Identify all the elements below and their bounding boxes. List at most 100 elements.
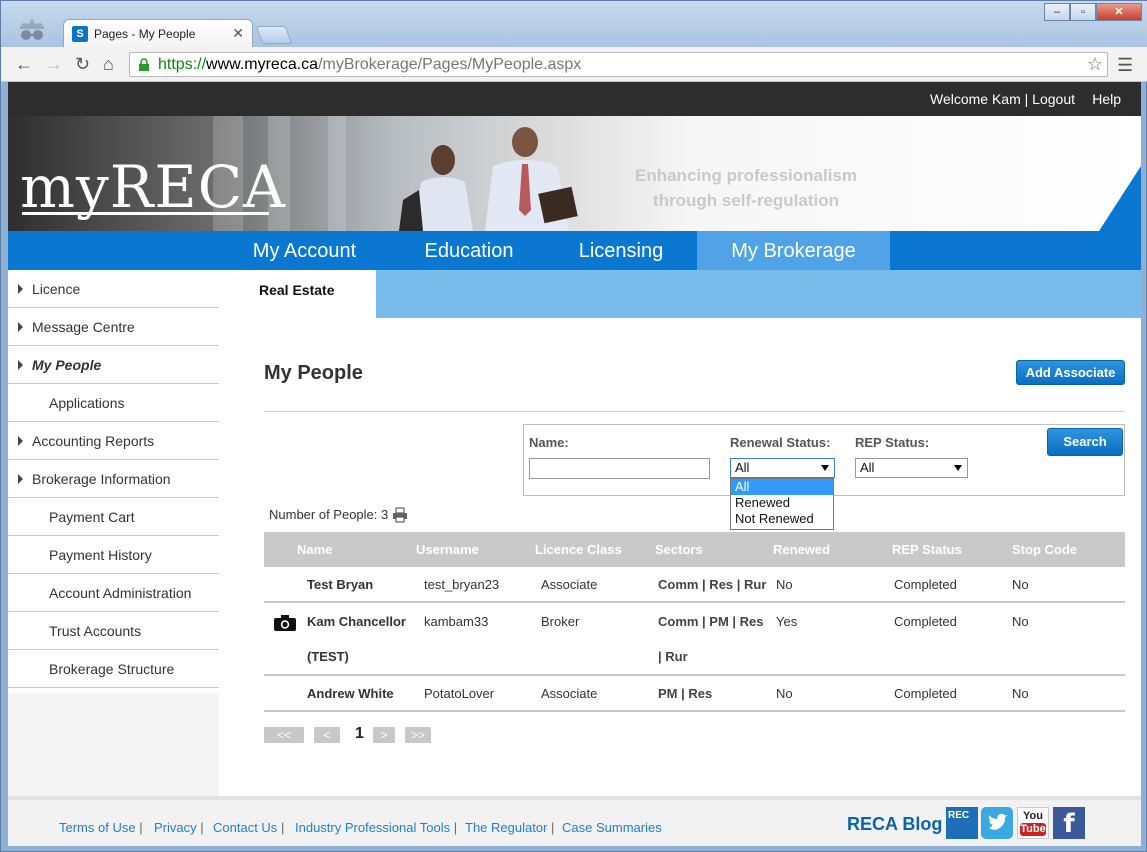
pager-prev-button[interactable]: < bbox=[314, 727, 340, 743]
footer-link-industry-tools[interactable]: Industry Professional Tools | bbox=[295, 820, 457, 835]
sidebar-item-trust-accounts[interactable]: Trust Accounts bbox=[8, 612, 219, 650]
browser-tab[interactable]: S Pages - My People ✕ bbox=[63, 19, 253, 47]
footer-link-terms[interactable]: Terms of Use | bbox=[59, 820, 143, 835]
twitter-icon[interactable] bbox=[981, 807, 1013, 839]
welcome-logout-link[interactable]: Welcome Kam | Logout bbox=[930, 91, 1075, 107]
dropdown-option[interactable]: Not Renewed bbox=[731, 511, 833, 527]
main-nav: My Account Education Licensing My Broker… bbox=[8, 231, 1141, 270]
rep-status-cell: Completed bbox=[894, 577, 957, 592]
column-header[interactable]: Stop Code bbox=[1012, 542, 1077, 557]
browser-window: S Pages - My People ✕ – ▫ ✕ ← → ↻ ⌂ http… bbox=[0, 0, 1147, 852]
forward-icon[interactable]: → bbox=[45, 55, 63, 73]
maximize-button[interactable]: ▫ bbox=[1070, 3, 1096, 21]
footer: Terms of Use | Privacy | Contact Us | In… bbox=[8, 796, 1141, 846]
footer-link-contact[interactable]: Contact Us | bbox=[213, 820, 284, 835]
banner-tagline: Enhancing professionalism through self-r… bbox=[635, 166, 857, 210]
rep-status-label: REP Status: bbox=[855, 435, 930, 450]
person-name-link[interactable]: Test Bryan bbox=[307, 577, 373, 592]
sharepoint-icon: S bbox=[72, 26, 88, 42]
username-cell: test_bryan23 bbox=[424, 577, 500, 592]
page-title: My People bbox=[264, 362, 363, 384]
name-label: Name: bbox=[529, 435, 569, 450]
column-header[interactable]: Name bbox=[297, 542, 332, 557]
new-tab-button[interactable] bbox=[255, 26, 293, 44]
tab-real-estate[interactable]: Real Estate bbox=[219, 270, 376, 318]
reca-icon[interactable]: REC bbox=[946, 807, 978, 839]
youtube-icon[interactable]: You Tube bbox=[1017, 807, 1049, 839]
help-link[interactable]: Help bbox=[1092, 91, 1121, 107]
sidebar-item-payment-cart[interactable]: Payment Cart bbox=[8, 498, 219, 536]
renewal-status-select[interactable]: All bbox=[730, 458, 835, 478]
column-header[interactable]: Licence Class bbox=[535, 542, 622, 557]
stop-code-cell: No bbox=[1012, 614, 1029, 629]
pager-last-button[interactable]: >> bbox=[405, 727, 431, 743]
reca-blog-link[interactable]: RECA Blog bbox=[847, 814, 942, 835]
table-header: Name Username Licence Class Sectors Rene… bbox=[264, 532, 1125, 567]
footer-link-case-summaries[interactable]: Case Summaries bbox=[562, 820, 662, 835]
divider bbox=[264, 411, 1125, 412]
column-header[interactable]: REP Status bbox=[892, 542, 962, 557]
rep-status-select[interactable]: All bbox=[855, 458, 968, 478]
add-associate-button[interactable]: Add Associate bbox=[1016, 360, 1125, 385]
licence-class-cell: Broker bbox=[541, 614, 580, 629]
sidebar-item-my-people[interactable]: My People bbox=[8, 346, 219, 384]
footer-link-regulator[interactable]: The Regulator | bbox=[465, 820, 554, 835]
menu-icon[interactable]: ☰ bbox=[1117, 55, 1133, 76]
nav-licensing[interactable]: Licensing bbox=[558, 231, 684, 270]
chevron-down-icon bbox=[821, 465, 829, 471]
nav-education[interactable]: Education bbox=[404, 231, 534, 270]
table-row: Andrew White PotatoLover Associate PM | … bbox=[264, 676, 1125, 712]
dropdown-option[interactable]: Renewed bbox=[731, 495, 833, 511]
camera-icon[interactable] bbox=[273, 614, 297, 632]
sidebar-item-licence[interactable]: Licence bbox=[8, 270, 219, 308]
renewed-cell: No bbox=[776, 686, 793, 701]
person-name-suffix: (TEST) bbox=[307, 649, 349, 664]
web-page: Welcome Kam | Logout Help myRECA Enhanci… bbox=[8, 82, 1141, 846]
reload-icon[interactable]: ↻ bbox=[75, 55, 90, 73]
sidebar-item-brokerage-information[interactable]: Brokerage Information bbox=[8, 460, 219, 498]
window-controls: – ▫ ✕ bbox=[1044, 3, 1142, 23]
pager-next-button[interactable]: > bbox=[373, 727, 395, 743]
facebook-icon[interactable]: f bbox=[1053, 807, 1085, 839]
header-banner: myRECA Enhancing professionalism through… bbox=[8, 116, 1141, 231]
footer-link-privacy[interactable]: Privacy | bbox=[154, 820, 204, 835]
address-bar[interactable]: https://www.myreca.ca/myBrokerage/Pages/… bbox=[129, 52, 1108, 77]
sidebar-item-applications[interactable]: Applications bbox=[8, 384, 219, 422]
sidebar-item-accounting-reports[interactable]: Accounting Reports bbox=[8, 422, 219, 460]
pager-first-button[interactable]: << bbox=[264, 727, 304, 743]
myreca-logo[interactable]: myRECA bbox=[20, 158, 286, 216]
name-input[interactable] bbox=[529, 458, 710, 479]
caret-right-icon bbox=[18, 322, 23, 332]
back-icon[interactable]: ← bbox=[15, 55, 33, 73]
home-icon[interactable]: ⌂ bbox=[103, 55, 114, 73]
stop-code-cell: No bbox=[1012, 686, 1029, 701]
person-name-link[interactable]: Andrew White bbox=[307, 686, 394, 701]
minimize-button[interactable]: – bbox=[1044, 3, 1070, 21]
close-window-button[interactable]: ✕ bbox=[1096, 3, 1142, 21]
bookmark-star-icon[interactable]: ☆ bbox=[1087, 54, 1103, 75]
sidebar-item-message-centre[interactable]: Message Centre bbox=[8, 308, 219, 346]
tab-title: Pages - My People bbox=[94, 27, 196, 41]
printer-icon[interactable] bbox=[392, 507, 408, 523]
caret-right-icon bbox=[18, 474, 23, 484]
nav-my-account[interactable]: My Account bbox=[229, 231, 380, 270]
sidebar-item-account-administration[interactable]: Account Administration bbox=[8, 574, 219, 612]
caret-right-icon bbox=[18, 436, 23, 446]
sidebar-item-brokerage-structure[interactable]: Brokerage Structure bbox=[8, 650, 219, 688]
banner-corner-accent bbox=[1099, 166, 1141, 231]
licence-class-cell: Associate bbox=[541, 577, 598, 592]
sidebar-filler bbox=[8, 693, 219, 796]
column-header[interactable]: Username bbox=[416, 542, 479, 557]
person-name-link[interactable]: Kam Chancellor bbox=[307, 614, 406, 629]
nav-my-brokerage[interactable]: My Brokerage bbox=[697, 231, 890, 270]
sidebar-item-payment-history[interactable]: Payment History bbox=[8, 536, 219, 574]
rep-status-cell: Completed bbox=[894, 686, 957, 701]
search-button[interactable]: Search bbox=[1047, 428, 1123, 456]
column-header[interactable]: Renewed bbox=[773, 542, 830, 557]
dropdown-option[interactable]: All bbox=[731, 479, 833, 495]
incognito-icon bbox=[19, 18, 45, 40]
table-row: Kam Chancellor (TEST) kambam33 Broker Co… bbox=[264, 603, 1125, 676]
column-header[interactable]: Sectors bbox=[655, 542, 703, 557]
renewal-status-dropdown: All Renewed Not Renewed bbox=[730, 478, 834, 530]
close-tab-icon[interactable]: ✕ bbox=[232, 25, 244, 42]
